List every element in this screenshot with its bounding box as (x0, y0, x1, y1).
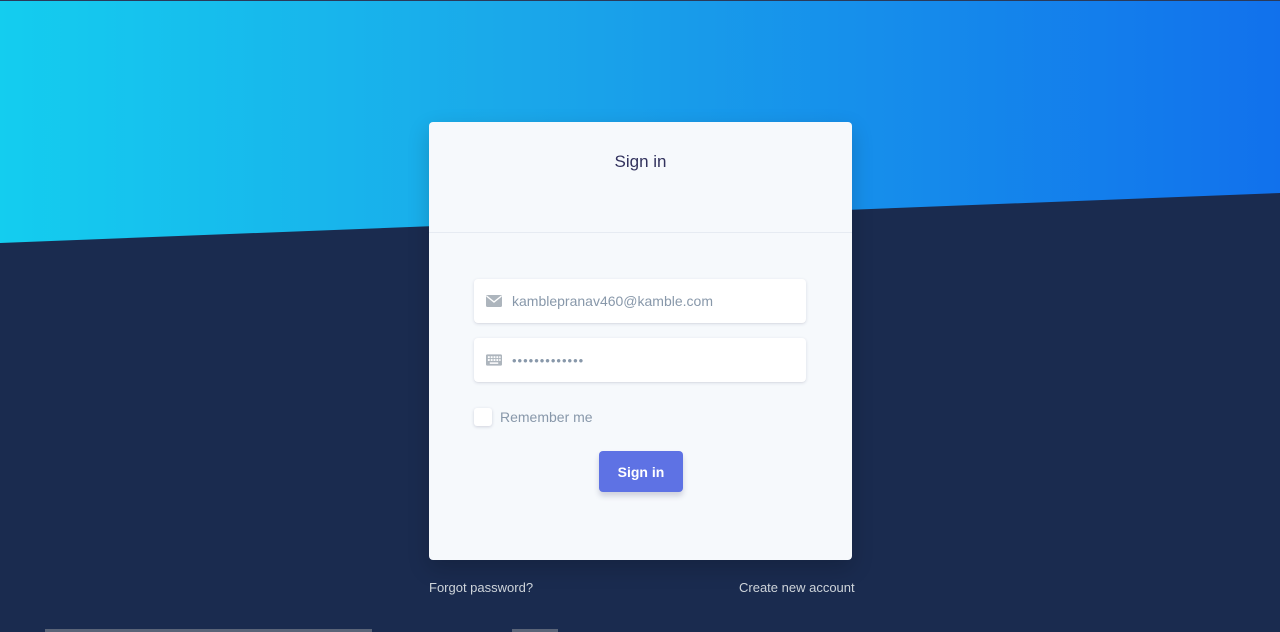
remember-me[interactable]: Remember me (474, 408, 593, 426)
create-account-link[interactable]: Create new account (739, 580, 855, 595)
keyboard-icon (486, 352, 502, 368)
email-input[interactable] (512, 293, 792, 309)
sign-in-card: Sign in kamblepranav460@kamble.com •••••… (429, 122, 852, 560)
remember-label: Remember me (500, 409, 593, 425)
card-title: Sign in (614, 152, 667, 171)
envelope-icon (486, 293, 502, 309)
password-input[interactable] (512, 352, 792, 368)
sign-in-button[interactable]: Sign in (599, 451, 683, 492)
password-field[interactable] (474, 338, 806, 382)
remember-checkbox[interactable] (474, 408, 492, 426)
login-page: Sign in kamblepranav460@kamble.com •••••… (0, 0, 1280, 632)
top-border (0, 0, 1280, 1)
email-field[interactable] (474, 279, 806, 323)
card-header: Sign in (429, 122, 852, 233)
forgot-password-link[interactable]: Forgot password? (429, 580, 533, 595)
